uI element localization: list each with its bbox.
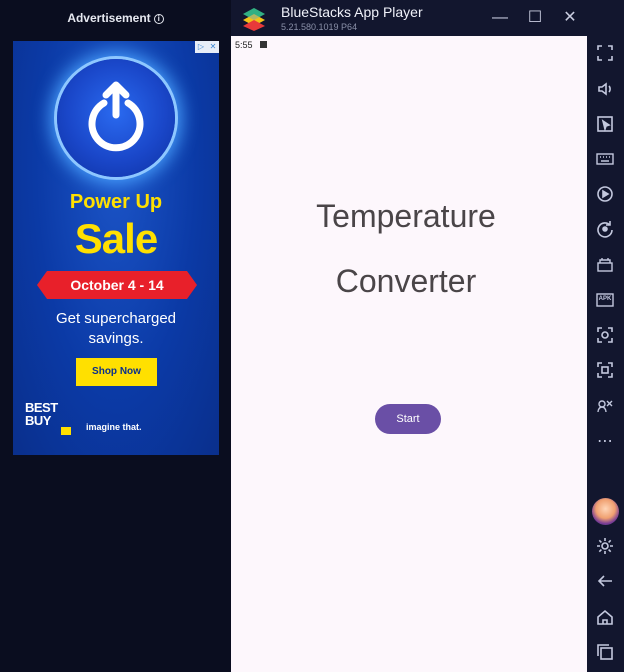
ad-panel: Advertisement i ▷ ✕ Power Up Sale October… bbox=[0, 0, 231, 672]
brand-line2: BUY bbox=[25, 413, 51, 428]
ad-date-ribbon: October 4 - 14 bbox=[37, 271, 197, 299]
screenshot-icon[interactable] bbox=[593, 324, 617, 348]
recents-icon[interactable] bbox=[593, 641, 617, 665]
start-button[interactable]: Start bbox=[375, 404, 441, 434]
apk-icon[interactable]: APK bbox=[593, 289, 617, 313]
status-time: 5:55 bbox=[235, 40, 253, 50]
keyboard-icon[interactable] bbox=[593, 148, 617, 172]
notification-icon bbox=[259, 41, 267, 48]
multi-instance-icon[interactable] bbox=[593, 254, 617, 278]
fullscreen-icon[interactable] bbox=[593, 42, 617, 66]
ad-slogan: imagine that. bbox=[86, 422, 142, 432]
ad-banner[interactable]: ▷ ✕ Power Up Sale October 4 - 14 Get sup… bbox=[13, 41, 219, 455]
title-bar: BlueStacks App Player 5.21.580.1019 P64 … bbox=[231, 0, 624, 36]
avatar[interactable] bbox=[592, 498, 619, 525]
bluestacks-logo-icon bbox=[241, 6, 267, 32]
home-icon[interactable] bbox=[593, 606, 617, 630]
more-icon[interactable]: ⋯ bbox=[593, 430, 617, 454]
apk-label: APK bbox=[598, 296, 612, 302]
best-buy-tag-icon bbox=[61, 427, 71, 435]
app-version: 5.21.580.1019 P64 bbox=[281, 22, 358, 32]
macro-icon[interactable] bbox=[593, 183, 617, 207]
eco-mode-icon[interactable] bbox=[593, 395, 617, 419]
screen-record-icon[interactable] bbox=[593, 359, 617, 383]
right-sidebar: APK ⋯ bbox=[587, 0, 624, 672]
rotate-icon[interactable] bbox=[593, 218, 617, 242]
ad-copy-line1: Get supercharged bbox=[55, 310, 177, 327]
power-icon bbox=[57, 59, 175, 177]
best-buy-logo: BEST BUY bbox=[25, 401, 65, 433]
status-bar: 5:55 bbox=[235, 40, 267, 50]
ad-headline-1: Power Up bbox=[69, 191, 163, 213]
adchoices-badge[interactable]: ▷ ✕ bbox=[195, 41, 219, 53]
window-title: BlueStacks App Player bbox=[281, 4, 423, 20]
volume-icon[interactable] bbox=[593, 78, 617, 102]
android-screen: 5:55 Temperature Converter Start bbox=[231, 36, 587, 672]
ad-header-label: Advertisement bbox=[67, 11, 151, 25]
minimize-button[interactable]: — bbox=[490, 8, 510, 28]
ad-header: Advertisement i bbox=[0, 11, 231, 25]
back-icon[interactable] bbox=[593, 570, 617, 594]
bluestacks-window: Advertisement i ▷ ✕ Power Up Sale October… bbox=[0, 0, 624, 672]
app-title-line2: Converter bbox=[335, 263, 477, 299]
ad-headline-2: Sale bbox=[74, 215, 158, 262]
settings-icon[interactable] bbox=[593, 535, 617, 559]
close-button[interactable]: ✕ bbox=[560, 8, 580, 28]
pointer-icon[interactable] bbox=[593, 113, 617, 137]
maximize-button[interactable]: ☐ bbox=[525, 8, 545, 28]
ad-close-icon[interactable]: ✕ bbox=[208, 42, 218, 52]
app-title-line1: Temperature bbox=[316, 198, 496, 234]
ad-copy: Get supercharged savings. bbox=[13, 309, 219, 349]
ad-copy-line2: savings. bbox=[88, 330, 144, 347]
adchoices-icon[interactable]: ▷ bbox=[196, 42, 206, 52]
shop-now-button[interactable]: Shop Now bbox=[76, 358, 157, 386]
info-icon[interactable]: i bbox=[153, 14, 164, 24]
